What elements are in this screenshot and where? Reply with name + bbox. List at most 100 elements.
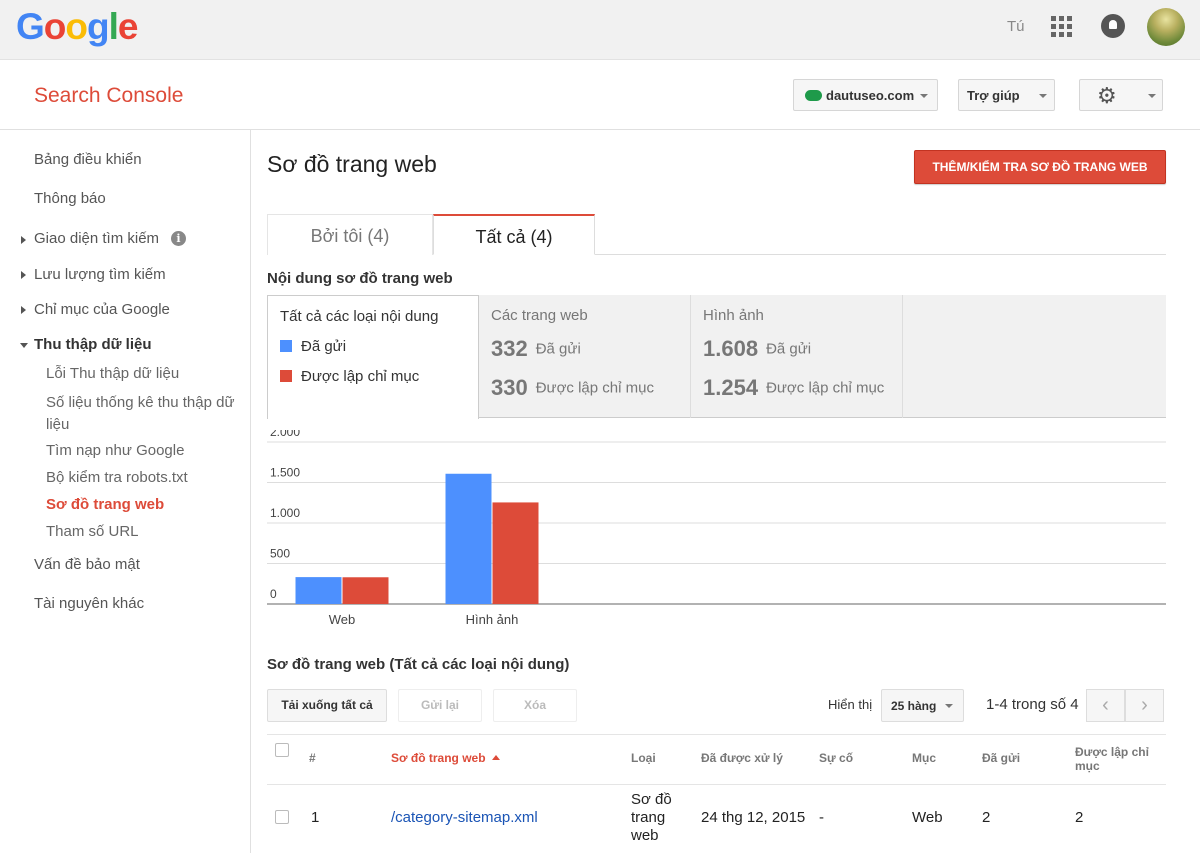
y-tick-label: 2.000 [270, 430, 300, 439]
column-header-items[interactable]: Mục [912, 751, 936, 765]
google-topbar: Google Tú [0, 0, 1200, 60]
x-tick-label: Hình ảnh [466, 612, 519, 627]
pagination-range: 1-4 trong số 4 [986, 696, 1079, 713]
sidebar-item-security-issues[interactable]: Vấn đề bảo mật [34, 556, 140, 573]
sidebar-item-dashboard[interactable]: Bảng điều khiển [34, 151, 142, 168]
sidebar-item-crawl[interactable]: Thu thập dữ liệu [34, 336, 152, 353]
sidebar-item-robots-tester[interactable]: Bộ kiểm tra robots.txt [46, 469, 188, 486]
y-tick-label: 1.500 [270, 466, 300, 480]
resubmit-button[interactable]: Gửi lại [398, 689, 482, 722]
expand-arrow-icon[interactable] [21, 306, 26, 314]
stat-web-submitted-label: Đã gửi [535, 340, 581, 358]
logo-letter: e [117, 6, 139, 47]
row-items: Web [912, 809, 943, 826]
stat-web-submitted: 332 Đã gửi [491, 336, 581, 362]
avatar[interactable] [1147, 8, 1185, 46]
select-all-checkbox[interactable] [275, 743, 289, 757]
sitemap-link[interactable]: /category-sitemap.xml [391, 809, 538, 827]
column-header-submitted[interactable]: Đã gửi [982, 751, 1020, 765]
stat-images-indexed-label: Được lập chỉ mục [766, 379, 885, 397]
row-checkbox[interactable] [275, 810, 289, 824]
help-dropdown-label: Trợ giúp [967, 88, 1020, 103]
sidebar-item-search-appearance[interactable]: Giao diện tìm kiếm [34, 230, 159, 247]
sidebar-item-crawl-stats[interactable]: Số liệu thống kê thu thập dữ liệu [46, 392, 246, 436]
site-selector[interactable]: dautuseo.com [793, 79, 938, 111]
chevron-down-icon [920, 94, 928, 98]
user-name[interactable]: Tú [1007, 18, 1025, 35]
product-name[interactable]: Search Console [34, 84, 183, 108]
column-header-sitemap[interactable]: Sơ đồ trang web [391, 751, 500, 765]
y-tick-label: 1.000 [270, 506, 300, 520]
help-dropdown[interactable]: Trợ giúp [958, 79, 1055, 111]
sitemap-content-chart: 0 500 1.000 1.500 2.000 Web Hình ảnh [267, 430, 1166, 627]
tab-by-me[interactable]: Bởi tôi (4) [267, 214, 433, 255]
console-header: Search Console dautuseo.com Trợ giúp ⚙ [0, 60, 1200, 130]
stat-images-indexed: 1.254 Được lập chỉ mục [703, 375, 884, 401]
sort-ascending-icon [491, 755, 500, 761]
collapse-arrow-icon[interactable] [20, 343, 28, 348]
bar-indexed [342, 577, 389, 604]
column-header-processed[interactable]: Đã được xử lý [701, 751, 783, 765]
stat-images-submitted-value: 1.608 [703, 336, 759, 361]
sidebar-item-crawl-errors[interactable]: Lỗi Thu thập dữ liệu [46, 365, 179, 382]
stat-images-submitted-label: Đã gửi [766, 340, 812, 358]
row-number: 1 [311, 809, 320, 826]
table-heading: Sơ đồ trang web (Tất cả các loại nội dun… [267, 656, 570, 673]
gear-icon: ⚙ [1097, 83, 1117, 108]
table-top-border [267, 734, 1166, 735]
delete-button[interactable]: Xóa [493, 689, 577, 722]
stat-web-indexed: 330 Được lập chỉ mục [491, 375, 654, 401]
sidebar-item-search-traffic[interactable]: Lưu lượng tìm kiếm [34, 266, 166, 283]
next-page-button[interactable]: › [1125, 689, 1164, 722]
download-all-button[interactable]: Tải xuống tất cả [267, 689, 387, 722]
row-type: Sơ đồ trang web [631, 791, 672, 844]
apps-grid-icon[interactable] [1051, 16, 1072, 37]
x-tick-label: Web [329, 612, 356, 627]
column-header-indexed[interactable]: Được lập chỉ mục [1075, 745, 1165, 773]
site-cloud-icon [805, 90, 822, 101]
row-processed: 24 thg 12, 2015 [701, 809, 806, 826]
rows-per-page-value: 25 hàng [891, 699, 937, 713]
column-header-issues[interactable]: Sự cố [819, 751, 853, 765]
stat-images-indexed-value: 1.254 [703, 375, 759, 400]
sidebar-item-other-resources[interactable]: Tài nguyên khác [34, 595, 144, 612]
logo-letter: g [87, 6, 110, 47]
content-type-stats: Tất cả các loại nội dung Đã gửi Được lập… [267, 295, 1166, 419]
stat-all-title: Tất cả các loại nội dung [280, 308, 439, 325]
rows-per-page-label: Hiển thị [828, 697, 873, 712]
sidebar-item-google-index[interactable]: Chỉ mục của Google [34, 301, 170, 318]
settings-dropdown[interactable]: ⚙ [1079, 79, 1163, 111]
stat-web-indexed-value: 330 [491, 375, 528, 400]
sidebar-item-sitemaps[interactable]: Sơ đồ trang web [46, 496, 164, 513]
y-tick-label: 0 [270, 587, 277, 601]
notifications-icon[interactable] [1101, 14, 1125, 38]
table-header-border [267, 784, 1166, 785]
stat-images-title: Hình ảnh [703, 307, 764, 324]
stat-web-pages[interactable]: Các trang web 332 Đã gửi 330 Được lập chỉ … [479, 295, 691, 418]
legend-indexed: Được lập chỉ mục [280, 368, 419, 385]
sidebar-item-messages[interactable]: Thông báo [34, 190, 106, 207]
column-header-type[interactable]: Loại [631, 751, 656, 765]
legend-submitted: Đã gửi [280, 338, 346, 355]
row-submitted: 2 [982, 809, 991, 826]
info-icon[interactable]: i [171, 231, 186, 246]
legend-swatch-submitted [280, 339, 292, 352]
tab-all[interactable]: Tất cả (4) [433, 214, 595, 255]
add-test-sitemap-button[interactable]: THÊM/KIỂM TRA SƠ ĐỒ TRANG WEB [914, 150, 1166, 184]
google-logo[interactable]: Google [16, 6, 139, 48]
bar-submitted [295, 577, 342, 604]
logo-letter: o [43, 6, 67, 47]
expand-arrow-icon[interactable] [21, 236, 26, 244]
chevron-down-icon [1148, 94, 1156, 98]
stat-all-content[interactable]: Tất cả các loại nội dung Đã gửi Được lập… [267, 295, 479, 419]
site-selector-label: dautuseo.com [826, 88, 915, 103]
expand-arrow-icon[interactable] [21, 271, 26, 279]
legend-submitted-label: Đã gửi [301, 338, 347, 355]
rows-per-page-select[interactable]: 25 hàng [881, 689, 964, 722]
stat-images[interactable]: Hình ảnh 1.608 Đã gửi 1.254 Được lập chỉ m… [691, 295, 903, 418]
bar-submitted [445, 473, 492, 604]
stat-web-submitted-value: 332 [491, 336, 528, 361]
sidebar-item-fetch-as-google[interactable]: Tìm nạp như Google [46, 442, 184, 459]
sidebar-item-url-parameters[interactable]: Tham số URL [46, 523, 139, 540]
previous-page-button[interactable]: ‹ [1086, 689, 1125, 722]
